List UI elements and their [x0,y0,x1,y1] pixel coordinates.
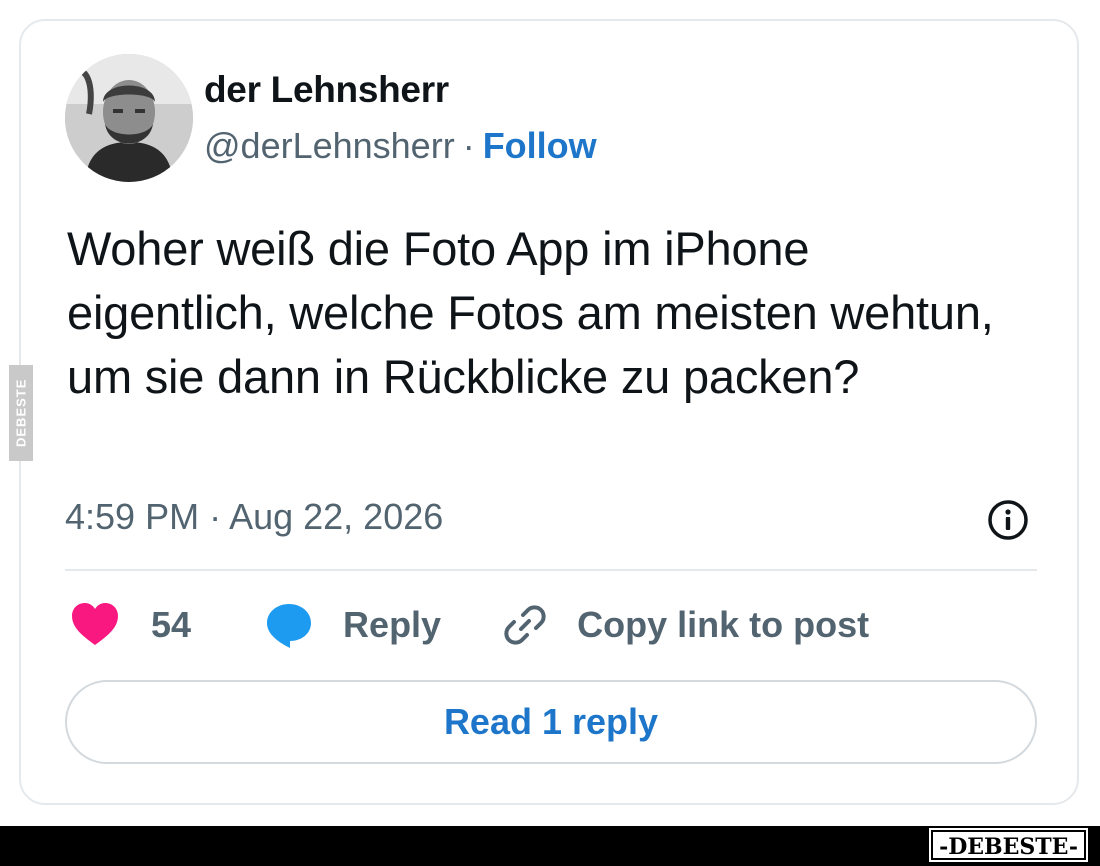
side-watermark: DEBESTE [9,365,33,461]
follow-button[interactable]: Follow [483,125,597,166]
divider [65,569,1037,571]
bottom-bar: -DEBESTE- [0,826,1100,866]
avatar[interactable] [65,54,193,182]
author-handle[interactable]: @derLehnsherr [204,125,455,166]
like-count: 54 [151,604,192,645]
brand-logo: -DEBESTE- [929,828,1088,862]
link-icon [504,605,546,645]
author-name[interactable]: der Lehnsherr [204,69,449,111]
avatar-image [65,54,193,182]
info-icon[interactable] [986,498,1030,542]
speech-bubble-icon [267,604,312,648]
separator-dot: · [462,125,475,166]
read-replies-button[interactable]: Read 1 reply [65,680,1037,764]
heart-icon [72,603,118,645]
copy-link-button[interactable]: Copy link to post [501,601,869,649]
copy-link-label: Copy link to post [577,604,870,645]
reply-button[interactable]: Reply [263,599,441,651]
author-handle-row: @derLehnsherr · Follow [204,125,597,167]
reply-label: Reply [343,604,442,645]
post-timestamp[interactable]: 4:59 PM · Aug 22, 2026 [65,496,443,538]
post-card: der Lehnsherr @derLehnsherr · Follow Woher… [19,19,1079,805]
action-bar: 54 Reply Copy link to post [69,599,869,651]
post-text: Woher weiß die Foto App im iPhone eigent… [67,222,994,403]
like-button[interactable]: 54 [69,599,191,651]
